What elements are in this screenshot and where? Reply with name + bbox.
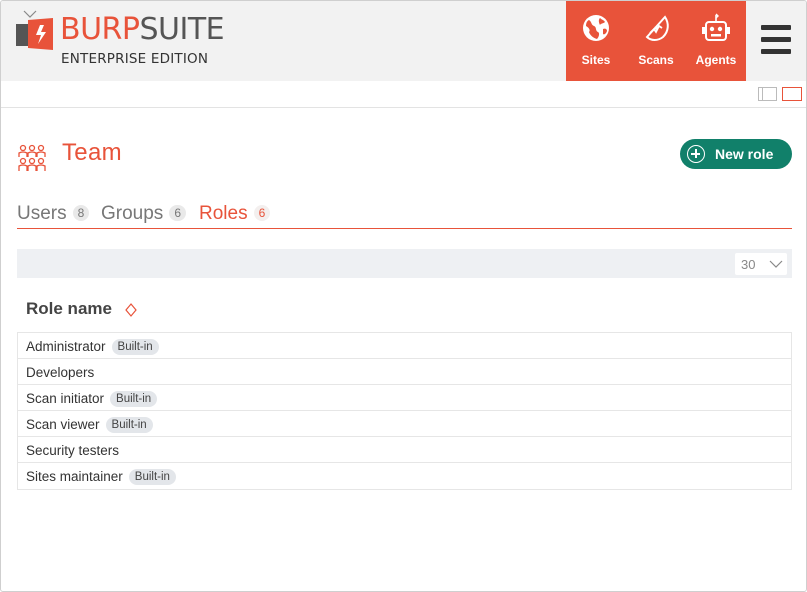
tab-label: Roles bbox=[199, 203, 248, 224]
table-row[interactable]: Developers bbox=[18, 359, 791, 385]
new-role-button[interactable]: New role bbox=[680, 139, 792, 169]
table-row[interactable]: Sites maintainer Built-in bbox=[18, 463, 791, 489]
plus-icon bbox=[687, 145, 705, 163]
tab-users[interactable]: Users 8 bbox=[17, 203, 90, 227]
role-name: Scan viewer bbox=[26, 417, 100, 432]
role-name: Sites maintainer bbox=[26, 469, 123, 484]
tab-count: 8 bbox=[72, 205, 90, 221]
layout-sidebar-toggle[interactable] bbox=[758, 87, 777, 101]
table-row[interactable]: Security testers bbox=[18, 437, 791, 463]
nav-label-agents: Agents bbox=[695, 53, 737, 67]
chevron-down-icon bbox=[769, 260, 783, 268]
robot-icon bbox=[702, 13, 730, 41]
role-name: Administrator bbox=[26, 339, 106, 354]
tab-count: 6 bbox=[253, 205, 271, 221]
brand-name-part1: BURP bbox=[60, 12, 140, 47]
nav-item-sites[interactable]: Sites bbox=[566, 1, 626, 81]
page-title: Team bbox=[62, 139, 122, 166]
header-bar: BURPSUITE ENTERPRISE EDITION Sites Scans… bbox=[1, 1, 806, 81]
table-row[interactable]: Administrator Built-in bbox=[18, 333, 791, 359]
built-in-badge: Built-in bbox=[111, 339, 159, 355]
column-header-role-name[interactable]: Role name bbox=[26, 299, 112, 319]
role-name: Security testers bbox=[26, 443, 120, 458]
table-row[interactable]: Scan viewer Built-in bbox=[18, 411, 791, 437]
hamburger-icon[interactable] bbox=[761, 25, 791, 57]
hamburger-line bbox=[761, 37, 791, 42]
team-icon bbox=[18, 144, 46, 171]
hamburger-line bbox=[761, 49, 791, 54]
nav-label-scans: Scans bbox=[638, 53, 674, 67]
nav-label-sites: Sites bbox=[581, 53, 611, 67]
tab-count: 6 bbox=[169, 205, 186, 221]
built-in-badge: Built-in bbox=[110, 391, 158, 407]
radar-icon bbox=[645, 15, 669, 41]
brand-name-part2: SUITE bbox=[139, 12, 225, 47]
built-in-badge: Built-in bbox=[105, 417, 153, 433]
role-name: Developers bbox=[26, 365, 95, 380]
app-window: BURPSUITE ENTERPRISE EDITION Sites Scans… bbox=[0, 0, 807, 592]
tab-roles[interactable]: Roles 6 bbox=[199, 203, 271, 227]
table-row[interactable]: Scan initiator Built-in bbox=[18, 385, 791, 411]
table-toolbar: 30 bbox=[17, 249, 792, 278]
per-page-select[interactable]: 30 bbox=[735, 253, 787, 275]
built-in-badge: Built-in bbox=[128, 469, 176, 485]
hamburger-line bbox=[761, 25, 791, 30]
nav-item-agents[interactable]: Agents bbox=[686, 1, 746, 81]
main-nav: Sites Scans Agents bbox=[566, 1, 746, 81]
role-name: Scan initiator bbox=[26, 391, 105, 406]
per-page-value: 30 bbox=[741, 257, 756, 272]
burp-logo-icon bbox=[16, 18, 53, 50]
roles-table: Administrator Built-in Developers Scan in… bbox=[17, 332, 792, 490]
layout-full-toggle[interactable] bbox=[782, 87, 802, 101]
brand-logo[interactable]: BURPSUITE ENTERPRISE EDITION bbox=[16, 12, 226, 70]
tab-label: Groups bbox=[101, 203, 164, 224]
chevron-down-icon[interactable] bbox=[22, 9, 38, 19]
brand-edition: ENTERPRISE EDITION bbox=[61, 51, 209, 67]
team-tabs: Users 8 Groups 6 Roles 6 bbox=[17, 201, 792, 229]
tab-groups[interactable]: Groups 6 bbox=[101, 203, 186, 227]
new-role-label: New role bbox=[715, 146, 774, 162]
tab-label: Users bbox=[17, 203, 67, 224]
brand-name: BURPSUITE bbox=[60, 12, 225, 47]
sort-icon[interactable] bbox=[125, 303, 137, 317]
sub-toolbar bbox=[1, 81, 806, 108]
globe-icon bbox=[583, 15, 609, 41]
nav-item-scans[interactable]: Scans bbox=[626, 1, 686, 81]
